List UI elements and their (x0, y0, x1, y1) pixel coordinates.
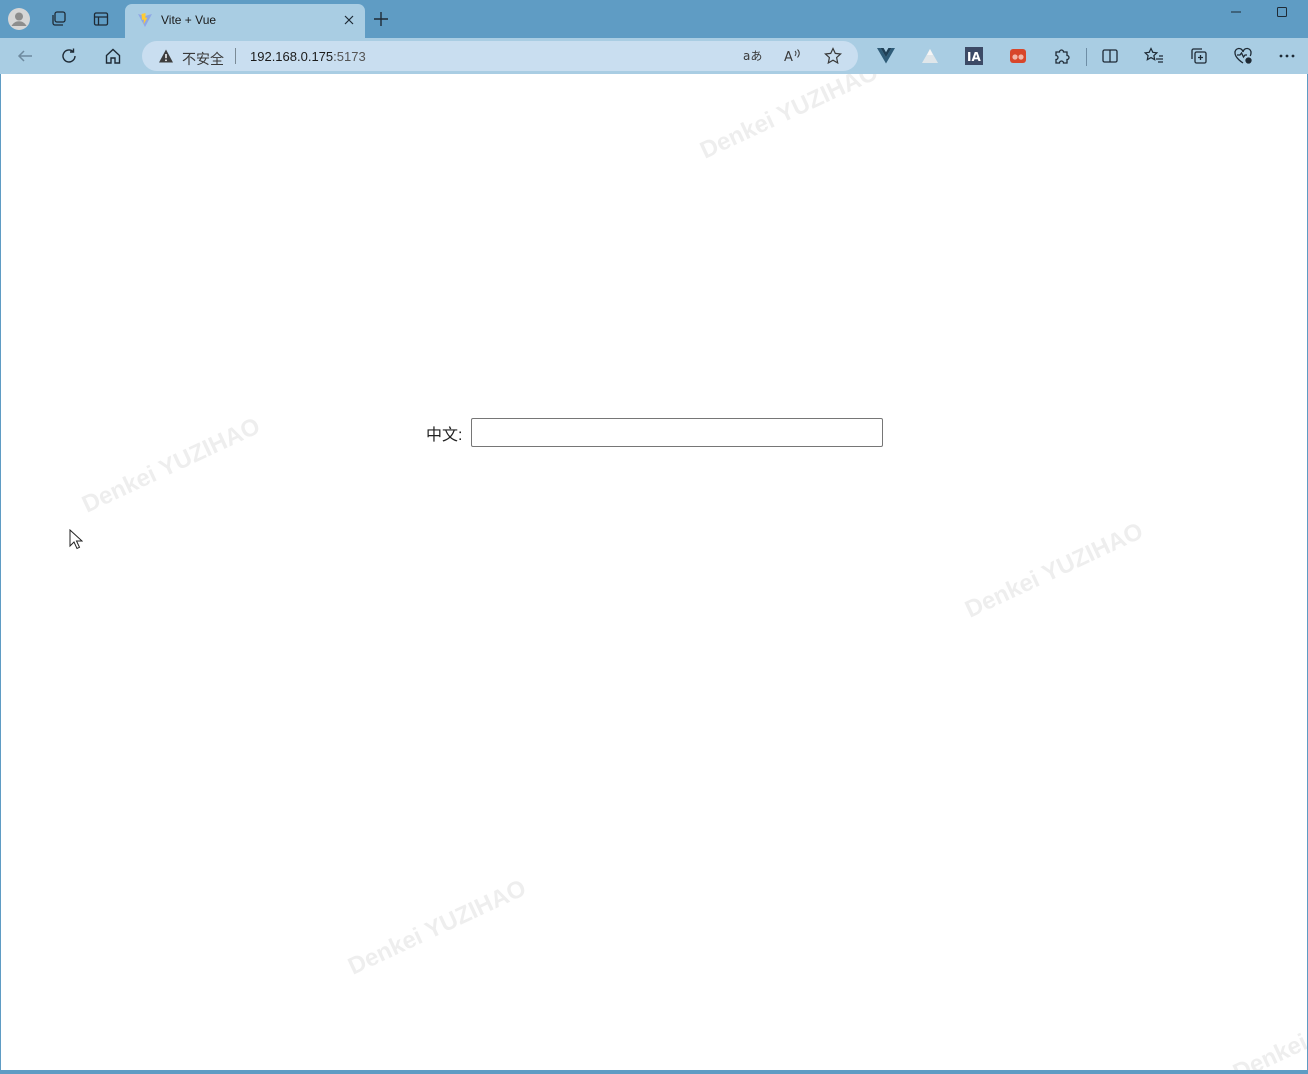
favorites-list-icon[interactable] (1139, 42, 1169, 70)
watermark: Denkei (1229, 1028, 1307, 1070)
svg-text:IA: IA (967, 50, 981, 64)
mouse-cursor-icon (69, 528, 84, 550)
minimize-window-icon[interactable] (1226, 4, 1246, 20)
collections-icon[interactable] (1184, 42, 1214, 70)
watermark: Denkei YUZIHAO (961, 517, 1148, 624)
browser-toolbar: 不安全 192.168.0.175:5173 aあ A IA (0, 38, 1308, 74)
translate-icon[interactable]: aあ (740, 44, 766, 68)
home-icon[interactable] (98, 42, 128, 70)
address-bar[interactable]: 不安全 192.168.0.175:5173 aあ A (142, 41, 858, 71)
split-screen-icon[interactable] (1095, 42, 1125, 70)
browser-essentials-icon[interactable] (1228, 42, 1258, 70)
read-aloud-icon[interactable]: A (780, 44, 806, 68)
page-viewport: Denkei YUZIHAO Denkei YUZIHAO Denkei YUZ… (1, 74, 1307, 1070)
tab-title: Vite + Vue (161, 13, 217, 27)
url-port: :5173 (333, 49, 366, 64)
watermark: Denkei YUZIHAO (344, 874, 531, 981)
watermark: Denkei YUZIHAO (78, 412, 265, 519)
tab-vite-vue[interactable]: Vite + Vue (125, 4, 365, 38)
toolbar-divider (1086, 48, 1087, 66)
vue-devtools-extension-icon[interactable] (871, 42, 901, 70)
extensions-puzzle-icon[interactable] (1047, 42, 1077, 70)
svg-text:aあ: aあ (743, 49, 762, 63)
favorite-star-icon[interactable] (820, 44, 846, 68)
workspaces-icon[interactable] (45, 6, 73, 32)
tab-close-icon[interactable] (341, 12, 357, 28)
vite-favicon-icon (137, 12, 153, 28)
new-tab-plus-icon[interactable] (370, 8, 392, 30)
refresh-icon[interactable] (54, 42, 84, 70)
tab-strip: Vite + Vue (0, 0, 1308, 38)
warning-triangle-icon[interactable] (158, 48, 174, 64)
url-text[interactable]: 192.168.0.175:5173 (250, 49, 366, 64)
red-extension-icon[interactable] (1003, 42, 1033, 70)
chinese-form-row: 中文: (426, 417, 884, 448)
back-arrow-icon[interactable] (10, 42, 40, 70)
mountain-extension-icon[interactable] (915, 42, 945, 70)
chinese-input[interactable] (471, 418, 884, 447)
address-divider (235, 48, 236, 64)
maximize-window-icon[interactable] (1272, 4, 1292, 20)
profile-avatar-icon[interactable] (5, 6, 33, 32)
security-label[interactable]: 不安全 (182, 49, 224, 69)
svg-text:A: A (784, 50, 793, 64)
more-menu-icon[interactable] (1272, 42, 1302, 70)
chinese-label: 中文: (426, 426, 463, 444)
ia-extension-icon[interactable]: IA (959, 42, 989, 70)
watermark: Denkei YUZIHAO (696, 74, 883, 165)
url-host: 192.168.0.175 (250, 49, 334, 64)
tab-actions-icon[interactable] (87, 6, 115, 32)
